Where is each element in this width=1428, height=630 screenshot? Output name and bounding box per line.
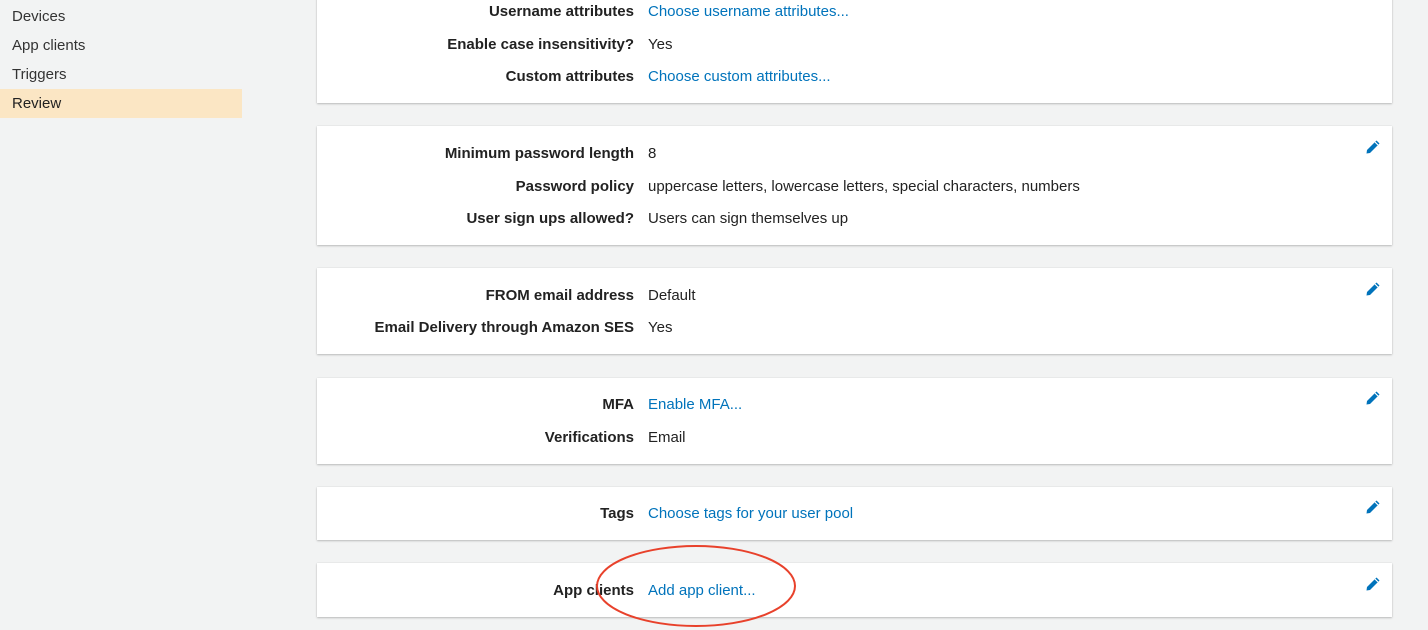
tags-row: Tags Choose tags for your user pool bbox=[317, 503, 1392, 525]
min-password-length-value: 8 bbox=[648, 145, 657, 162]
verifications-label: Verifications bbox=[544, 429, 634, 446]
app-clients-label: App clients bbox=[553, 582, 634, 599]
review-page: Devices App clients Triggers Review User… bbox=[0, 0, 1428, 630]
verifications-row: Verifications Email bbox=[317, 427, 1392, 449]
user-signups-value: Users can sign themselves up bbox=[648, 210, 849, 227]
app-clients-row: App clients Add app client... bbox=[317, 580, 1392, 602]
policies-card: Minimum password length 8 Password polic… bbox=[317, 126, 1392, 245]
choose-username-attributes-link[interactable]: Choose username attributes... bbox=[648, 1, 849, 23]
ses-delivery-row: Email Delivery through Amazon SES Yes bbox=[317, 317, 1392, 339]
user-signups-label: User sign ups allowed? bbox=[466, 210, 634, 227]
case-insensitivity-row: Enable case insensitivity? Yes bbox=[317, 34, 1392, 56]
case-insensitivity-value: Yes bbox=[648, 36, 673, 53]
from-email-label: FROM email address bbox=[485, 287, 634, 304]
choose-tags-link[interactable]: Choose tags for your user pool bbox=[648, 503, 853, 525]
case-insensitivity-label: Enable case insensitivity? bbox=[447, 36, 634, 53]
app-clients-card: App clients Add app client... bbox=[317, 563, 1392, 617]
sidebar-item-app-clients[interactable]: App clients bbox=[0, 31, 242, 60]
add-app-client-link[interactable]: Add app client... bbox=[648, 580, 756, 602]
sidebar-item-devices[interactable]: Devices bbox=[0, 2, 242, 31]
from-email-row: FROM email address Default bbox=[317, 285, 1392, 307]
custom-attributes-label: Custom attributes bbox=[505, 68, 634, 85]
mfa-row: MFA Enable MFA... bbox=[317, 394, 1392, 416]
sidebar-item-triggers[interactable]: Triggers bbox=[0, 60, 242, 89]
user-signups-row: User sign ups allowed? Users can sign th… bbox=[317, 208, 1392, 230]
username-attributes-label: Username attributes bbox=[488, 3, 634, 20]
choose-custom-attributes-link[interactable]: Choose custom attributes... bbox=[648, 66, 831, 88]
enable-mfa-link[interactable]: Enable MFA... bbox=[648, 394, 742, 416]
min-password-length-label: Minimum password length bbox=[444, 145, 634, 162]
ses-delivery-label: Email Delivery through Amazon SES bbox=[374, 319, 634, 336]
password-policy-row: Password policy uppercase letters, lower… bbox=[317, 176, 1392, 198]
verifications-value: Email bbox=[648, 429, 686, 446]
password-policy-label: Password policy bbox=[515, 178, 634, 195]
from-email-value: Default bbox=[648, 287, 696, 304]
sidebar-nav: Devices App clients Triggers Review bbox=[0, 0, 242, 630]
custom-attributes-row: Custom attributes Choose custom attribut… bbox=[317, 66, 1392, 88]
mfa-card: MFA Enable MFA... Verifications Email bbox=[317, 378, 1392, 464]
username-attributes-row: Username attributes Choose username attr… bbox=[317, 1, 1392, 23]
email-card: FROM email address Default Email Deliver… bbox=[317, 268, 1392, 354]
tags-label: Tags bbox=[600, 505, 634, 522]
mfa-label: MFA bbox=[602, 396, 634, 413]
password-policy-value: uppercase letters, lowercase letters, sp… bbox=[648, 178, 1080, 195]
sidebar-item-review[interactable]: Review bbox=[0, 89, 242, 118]
tags-card: Tags Choose tags for your user pool bbox=[317, 487, 1392, 540]
ses-delivery-value: Yes bbox=[648, 319, 673, 336]
attributes-card: Username attributes Choose username attr… bbox=[317, 0, 1392, 103]
min-password-length-row: Minimum password length 8 bbox=[317, 143, 1392, 165]
